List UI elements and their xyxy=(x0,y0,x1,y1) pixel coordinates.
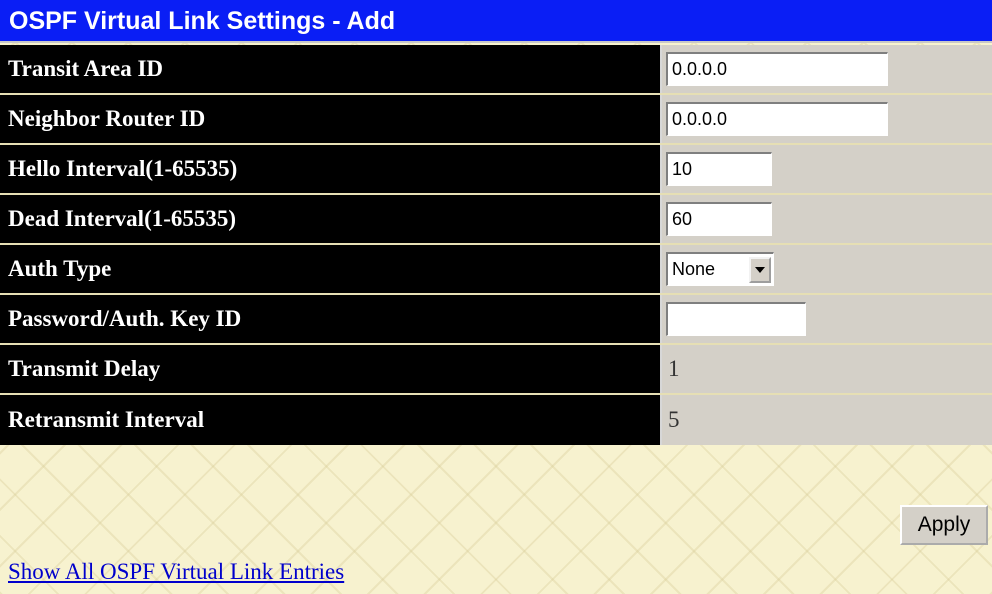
retransmit-interval-cell: 5 xyxy=(662,395,992,445)
row-auth-type: Auth Type None xyxy=(0,245,992,295)
neighbor-router-id-label: Neighbor Router ID xyxy=(0,95,662,143)
auth-type-cell: None xyxy=(662,245,992,293)
password-key-label: Password/Auth. Key ID xyxy=(0,295,662,343)
show-all-entries-link[interactable]: Show All OSPF Virtual Link Entries xyxy=(8,559,344,585)
apply-button[interactable]: Apply xyxy=(900,505,988,545)
row-retransmit-interval: Retransmit Interval 5 xyxy=(0,395,992,445)
dead-interval-cell xyxy=(662,195,992,243)
auth-type-dropdown-button[interactable] xyxy=(749,256,771,283)
neighbor-router-id-cell xyxy=(662,95,992,143)
hello-interval-label: Hello Interval(1-65535) xyxy=(0,145,662,193)
auth-type-selected-value: None xyxy=(672,259,716,279)
row-hello-interval: Hello Interval(1-65535) xyxy=(0,145,992,195)
transmit-delay-value: 1 xyxy=(668,356,680,381)
row-password-key: Password/Auth. Key ID xyxy=(0,295,992,345)
row-transmit-delay: Transmit Delay 1 xyxy=(0,345,992,395)
transit-area-id-label: Transit Area ID xyxy=(0,45,662,93)
auth-type-label: Auth Type xyxy=(0,245,662,293)
neighbor-router-id-input[interactable] xyxy=(666,102,888,136)
chevron-down-icon xyxy=(755,266,765,273)
transmit-delay-cell: 1 xyxy=(662,345,992,393)
hello-interval-cell xyxy=(662,145,992,193)
auth-type-select[interactable]: None xyxy=(666,252,774,286)
page-title: OSPF Virtual Link Settings - Add xyxy=(0,0,992,43)
hello-interval-input[interactable] xyxy=(666,152,772,186)
retransmit-interval-label: Retransmit Interval xyxy=(0,395,662,445)
transit-area-id-cell xyxy=(662,45,992,93)
settings-table: Transit Area ID Neighbor Router ID Hello… xyxy=(0,45,992,445)
row-transit-area-id: Transit Area ID xyxy=(0,45,992,95)
password-key-cell xyxy=(662,295,992,343)
row-dead-interval: Dead Interval(1-65535) xyxy=(0,195,992,245)
transmit-delay-label: Transmit Delay xyxy=(0,345,662,393)
row-neighbor-router-id: Neighbor Router ID xyxy=(0,95,992,145)
page: OSPF Virtual Link Settings - Add Transit… xyxy=(0,0,992,594)
transit-area-id-input[interactable] xyxy=(666,52,888,86)
dead-interval-input[interactable] xyxy=(666,202,772,236)
retransmit-interval-value: 5 xyxy=(668,407,680,432)
dead-interval-label: Dead Interval(1-65535) xyxy=(0,195,662,243)
password-key-input[interactable] xyxy=(666,302,806,336)
